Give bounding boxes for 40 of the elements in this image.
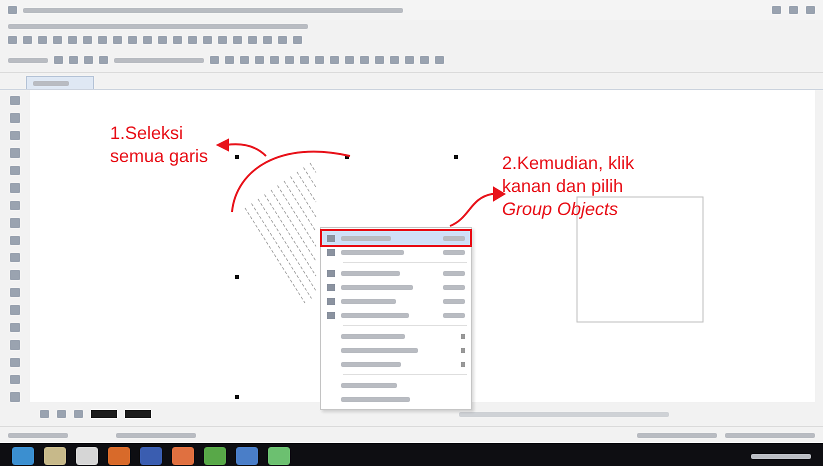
blurred-shortcut-drawing <box>443 298 465 304</box>
blurred-tray-drawing <box>751 454 811 458</box>
blurred-shortcut-drawing <box>443 284 465 290</box>
page-thumb[interactable] <box>91 410 117 418</box>
taskbar-app-icon[interactable] <box>44 447 66 465</box>
blurred-label-drawing <box>341 362 401 366</box>
app-icon <box>8 6 17 14</box>
blurred-label-drawing <box>341 250 404 254</box>
blurred-label-drawing <box>341 298 396 304</box>
selection-handle[interactable] <box>235 395 239 399</box>
selection-handle[interactable] <box>235 275 239 279</box>
document-tab[interactable] <box>26 76 94 89</box>
selection-handle[interactable] <box>345 155 349 159</box>
blurred-label-drawing <box>341 382 397 388</box>
blurred-shortcut-drawing <box>443 312 465 318</box>
taskbar-app-icon[interactable] <box>236 447 258 465</box>
blurred-dropdown-drawing <box>8 58 48 62</box>
selection-handle[interactable] <box>235 155 239 159</box>
blurred-label-drawing <box>341 284 413 290</box>
taskbar-app-icon[interactable] <box>108 447 130 465</box>
taskbar-app-icon[interactable] <box>172 447 194 465</box>
blurred-label-drawing <box>341 312 409 318</box>
annotation-text: 2.Kemudian, klik kanan dan pilih Group Objects <box>502 152 634 221</box>
blurred-shortcut-drawing <box>443 270 465 276</box>
taskbar-app-icon[interactable] <box>140 447 162 465</box>
page-thumb[interactable] <box>125 410 151 418</box>
blurred-shortcut-drawing <box>443 250 465 254</box>
annotation-text: 1.Seleksi semua garis <box>110 122 208 168</box>
blurred-label-drawing <box>341 334 405 338</box>
blurred-label-drawing <box>341 270 400 276</box>
blurred-label-drawing <box>341 236 391 240</box>
blurred-status-drawing <box>8 432 68 438</box>
taskbar-app-icon[interactable] <box>268 447 290 465</box>
blurred-shortcut-drawing <box>443 236 465 240</box>
selection-handle[interactable] <box>454 155 458 159</box>
taskbar-app-icon[interactable] <box>12 447 34 465</box>
blurred-label-drawing <box>341 396 410 402</box>
taskbar-app-icon[interactable] <box>204 447 226 465</box>
scroll-bar[interactable] <box>459 412 669 416</box>
taskbar-app-icon[interactable] <box>76 447 98 465</box>
